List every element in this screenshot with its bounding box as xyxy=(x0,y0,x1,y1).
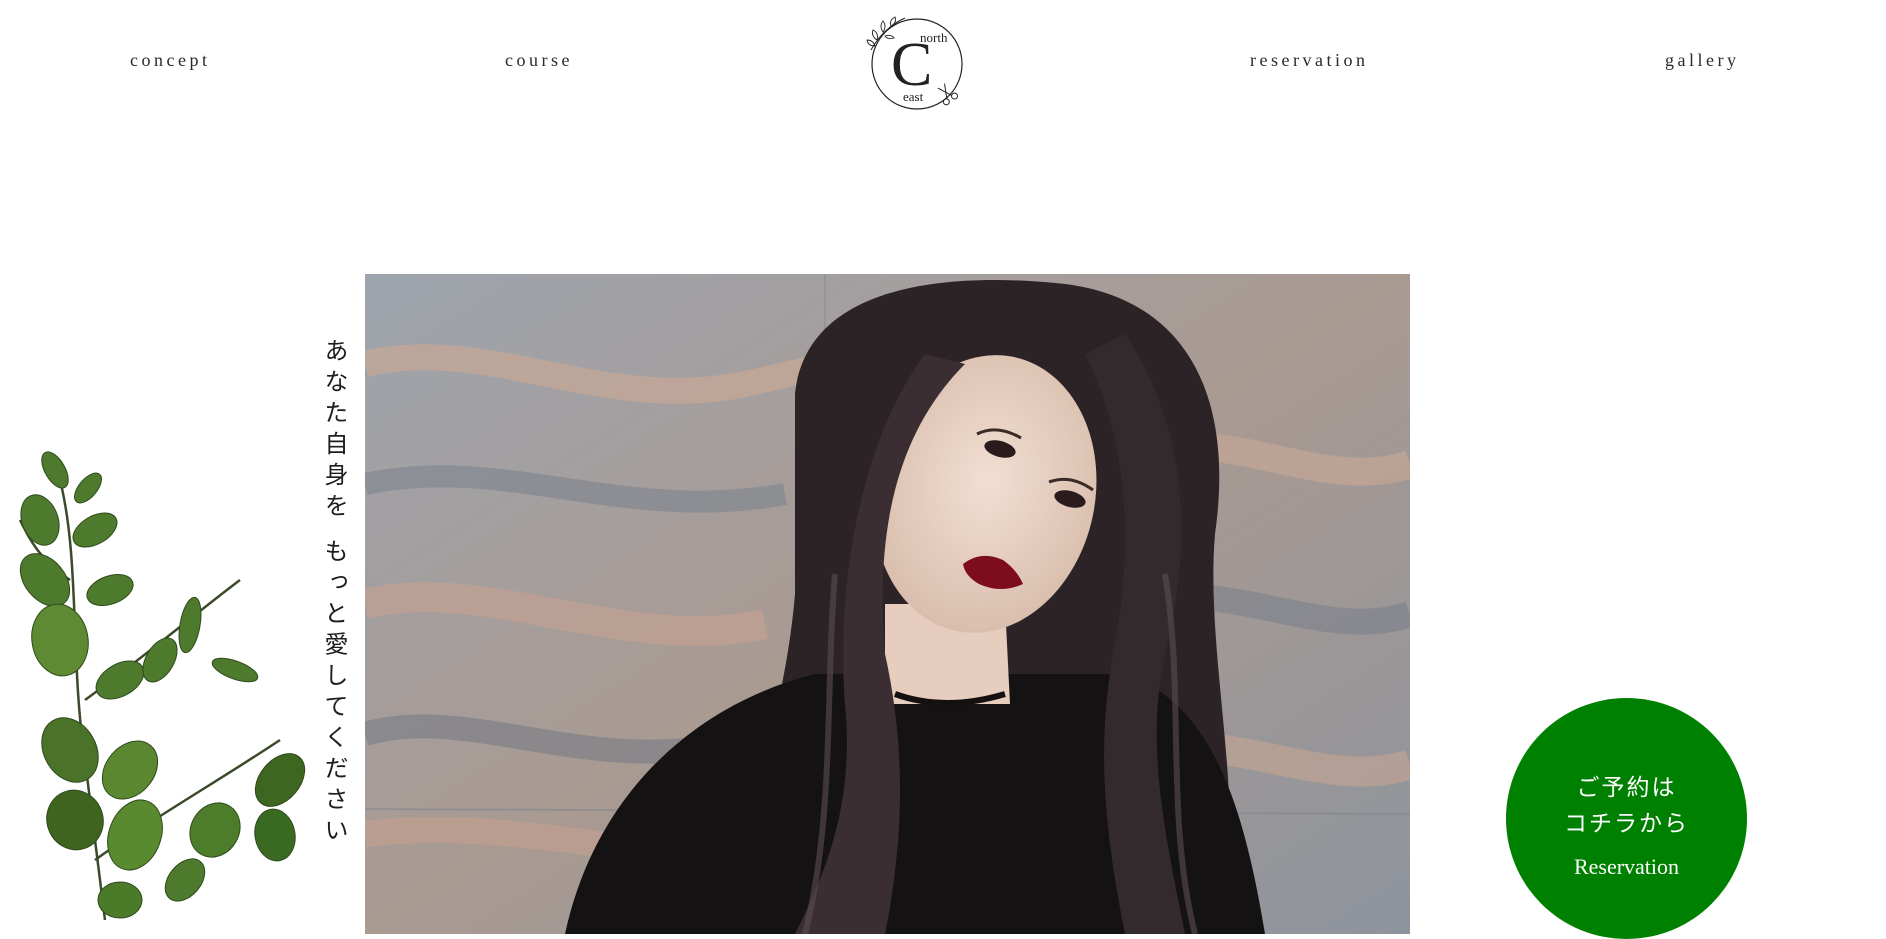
nav-link-reservation[interactable]: reservation xyxy=(1250,50,1368,71)
nav-link-concept[interactable]: concept xyxy=(130,50,210,71)
logo-bottom-text: east xyxy=(903,89,924,104)
reservation-button-label: Reservation xyxy=(1573,854,1680,879)
hero-photo-illustration xyxy=(365,274,1410,934)
reservation-button-line1: ご予約は xyxy=(1576,775,1677,801)
logo-letter: C xyxy=(891,31,933,99)
nav-link-course[interactable]: course xyxy=(505,50,573,71)
site-logo[interactable]: north C east xyxy=(865,14,965,114)
nav-link-gallery[interactable]: gallery xyxy=(1665,50,1739,71)
hero-image xyxy=(365,274,1410,934)
reservation-button-line2: コチラから xyxy=(1564,811,1689,837)
eucalyptus-plant-illustration xyxy=(0,440,320,925)
leaf-branch-icon xyxy=(18,451,306,921)
reservation-button[interactable]: ご予約は コチラから Reservation xyxy=(1506,698,1747,939)
hero-tagline: あなた自身を もっと愛してください xyxy=(320,338,348,849)
